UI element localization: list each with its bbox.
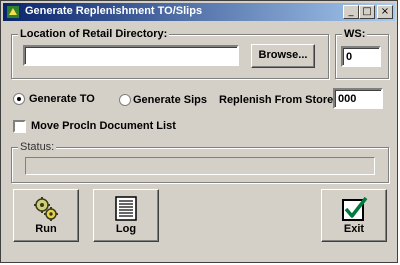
document-list-icon xyxy=(115,196,137,221)
run-label: Run xyxy=(35,223,57,235)
replenish-from-store-label: Replenish From Store: xyxy=(219,94,337,106)
location-label: Location of Retail Directory: xyxy=(18,28,170,40)
ws-input[interactable]: 0 xyxy=(341,46,381,67)
replenish-store-input[interactable]: 000 xyxy=(333,88,383,109)
log-button[interactable]: Log xyxy=(93,189,159,242)
move-list-label[interactable]: Move Procln Document List xyxy=(31,120,176,132)
ws-label: WS: xyxy=(342,28,368,40)
title-bar: Generate Replenishment TO/Slips _ □ × xyxy=(3,3,395,21)
window-title: Generate Replenishment TO/Slips xyxy=(25,5,203,17)
exit-button[interactable]: Exit xyxy=(321,189,387,242)
retail-directory-input[interactable] xyxy=(23,45,239,66)
checkbox-exit-icon xyxy=(342,196,368,221)
run-button[interactable]: Run xyxy=(13,189,79,242)
generate-to-radio[interactable] xyxy=(13,93,25,105)
gears-icon xyxy=(34,197,58,221)
close-button[interactable]: × xyxy=(377,5,393,19)
status-progress-bar xyxy=(25,157,375,175)
log-label: Log xyxy=(115,223,137,235)
maximize-button[interactable]: □ xyxy=(359,5,375,19)
generate-sips-label[interactable]: Generate Sips xyxy=(133,94,207,106)
app-icon xyxy=(7,6,19,18)
browse-button[interactable]: Browse... xyxy=(251,44,315,68)
move-list-checkbox[interactable] xyxy=(13,120,26,133)
generate-to-label[interactable]: Generate TO xyxy=(29,93,95,105)
exit-label: Exit xyxy=(343,223,365,235)
generate-sips-radio[interactable] xyxy=(119,94,131,106)
app-window: Generate Replenishment TO/Slips _ □ × Lo… xyxy=(0,0,398,263)
minimize-button[interactable]: _ xyxy=(343,5,359,19)
status-label: Status: xyxy=(18,141,57,153)
